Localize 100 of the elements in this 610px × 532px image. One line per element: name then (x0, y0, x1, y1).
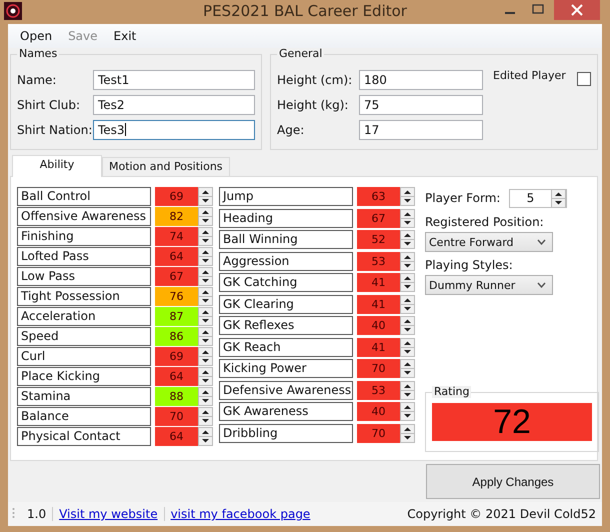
copyright-text: Copyright © 2021 Devil Cold52 (407, 507, 597, 521)
chevron-down-icon (537, 282, 546, 288)
stat-name: Balance (17, 407, 151, 426)
text-field[interactable]: 17 (359, 120, 483, 140)
stat-name: Kicking Power (219, 359, 353, 378)
stat-name: GK Catching (219, 273, 353, 292)
spin-buttons[interactable] (198, 347, 213, 366)
spin-buttons[interactable] (400, 273, 415, 292)
spin-buttons[interactable] (198, 187, 213, 206)
stat-value-field[interactable]: 64 (155, 247, 198, 266)
spin-buttons[interactable] (198, 247, 213, 266)
text-field[interactable]: Tes2 (93, 94, 255, 114)
spin-buttons[interactable] (198, 207, 213, 226)
spin-buttons[interactable] (198, 327, 213, 346)
spin-buttons[interactable] (400, 294, 415, 314)
version-label: 1.0 (21, 507, 54, 521)
stat-value-field[interactable]: 88 (155, 387, 198, 406)
rating-value: 72 (432, 403, 592, 441)
spin-buttons[interactable] (400, 359, 415, 378)
stat-value-field[interactable]: 53 (357, 252, 400, 270)
stat-value-field[interactable]: 86 (155, 327, 198, 346)
stat-value-field[interactable]: 70 (357, 424, 400, 442)
spin-buttons[interactable] (400, 424, 415, 442)
spin-buttons[interactable] (400, 338, 415, 356)
spin-buttons[interactable] (198, 267, 213, 286)
tab[interactable]: Motion and Positions (102, 157, 230, 176)
text-field[interactable]: Test1 (93, 70, 255, 90)
stat-value-field[interactable]: 41 (357, 294, 400, 314)
spin-buttons[interactable] (400, 380, 415, 400)
stat-value-field[interactable]: 76 (155, 287, 198, 306)
text-field[interactable]: 75 (359, 94, 483, 114)
stat-name: Defensive Awareness (219, 380, 353, 400)
group-title: General (277, 48, 324, 60)
text-field[interactable]: Tes3 (93, 120, 255, 140)
field-label: Height (cm): (277, 72, 354, 86)
stat-name: Finishing (17, 227, 151, 246)
tab[interactable]: Ability (12, 155, 102, 177)
stat-value-field[interactable]: 52 (357, 230, 400, 249)
apply-button[interactable]: Apply Changes (426, 464, 600, 499)
stat-value-field[interactable]: 64 (155, 367, 198, 386)
window-title: PES2021 BAL Career Editor (203, 2, 407, 20)
stat-value-field[interactable]: 70 (155, 407, 198, 426)
link[interactable]: Visit my website (53, 507, 165, 521)
close-button[interactable] (554, 0, 600, 20)
stat-value-field[interactable]: 69 (155, 347, 198, 366)
spin-buttons[interactable] (198, 227, 213, 246)
stat-value-field[interactable]: 67 (155, 267, 198, 286)
field-label: Name: (17, 72, 58, 86)
menu-item[interactable]: Exit (106, 29, 144, 43)
stat-value-field[interactable]: 87 (155, 307, 198, 326)
spin-buttons[interactable] (198, 307, 213, 326)
spin-buttons[interactable] (400, 252, 415, 270)
stat-value-field[interactable]: 41 (357, 273, 400, 292)
stat-name: Speed (17, 327, 151, 346)
stat-name: GK Reflexes (219, 316, 353, 335)
stat-value-field[interactable]: 53 (357, 380, 400, 400)
group-title: Rating (432, 386, 472, 398)
spin-buttons[interactable] (198, 387, 213, 406)
spin-buttons[interactable] (198, 367, 213, 386)
field-label: Height (kg): (277, 98, 350, 112)
stat-value-field[interactable]: 69 (155, 187, 198, 206)
spin-buttons[interactable] (400, 402, 415, 421)
stat-value-field[interactable]: 40 (357, 316, 400, 335)
stat-value-field[interactable]: 70 (357, 359, 400, 378)
field-label: Age: (277, 122, 306, 136)
spin-buttons[interactable] (198, 427, 213, 446)
stat-value-field[interactable]: 64 (155, 427, 198, 446)
stat-name: Stamina (17, 387, 151, 406)
stat-value-field[interactable]: 74 (155, 227, 198, 246)
dropdown[interactable]: Dummy Runner (425, 275, 553, 295)
checkbox[interactable] (577, 72, 591, 86)
stat-value-field[interactable]: 63 (357, 187, 400, 206)
stat-name: Aggression (219, 252, 353, 270)
stat-name: Place Kicking (17, 367, 151, 386)
spin-buttons[interactable] (400, 316, 415, 335)
stat-name: Ball Control (17, 187, 151, 206)
spin-buttons[interactable] (400, 187, 415, 206)
field-label: Shirt Nation: (17, 122, 93, 136)
field-label: Registered Position: (425, 215, 545, 229)
stat-value-field[interactable]: 82 (155, 207, 198, 226)
link[interactable]: visit my facebook page (164, 507, 316, 521)
text-field[interactable]: 180 (359, 70, 483, 90)
spin-buttons[interactable] (198, 407, 213, 426)
spin-buttons[interactable] (400, 230, 415, 249)
stat-value-field[interactable]: 40 (357, 402, 400, 421)
stat-value-field[interactable]: 41 (357, 338, 400, 356)
stat-name: Tight Possession (17, 287, 151, 306)
spin-buttons[interactable] (400, 208, 415, 228)
stat-name: Heading (219, 208, 353, 228)
grip-icon (12, 507, 15, 521)
spin-buttons[interactable] (198, 287, 213, 306)
group-title: Names (17, 48, 60, 60)
dropdown[interactable]: Centre Forward (425, 232, 553, 252)
app-icon (4, 2, 22, 20)
checkbox-label: Edited Player (493, 69, 566, 82)
stat-name: Physical Contact (17, 427, 151, 446)
stat-value-field[interactable]: 67 (357, 208, 400, 228)
spin-buttons[interactable] (551, 188, 566, 208)
menu-item[interactable]: Open (12, 29, 60, 43)
stat-name: Curl (17, 347, 151, 366)
